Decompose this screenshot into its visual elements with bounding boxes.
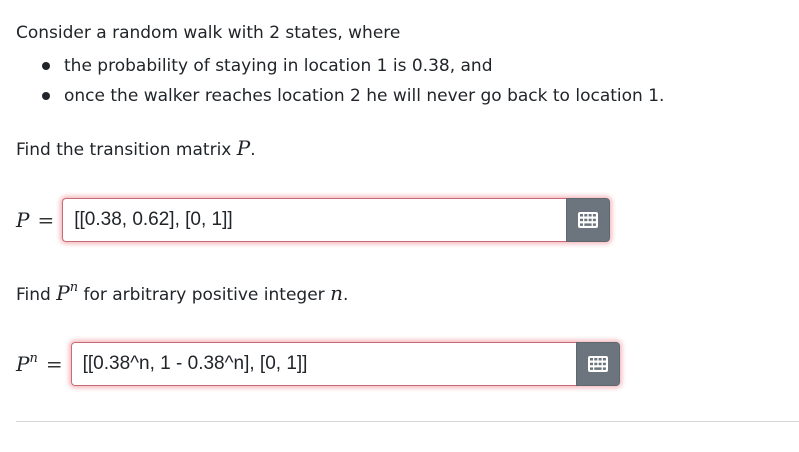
condition-list: the probability of staying in location 1… xyxy=(40,51,664,111)
question-matrix-power: Find Pn for arbitrary positive integer n… xyxy=(16,281,348,307)
math-variable: P xyxy=(236,136,251,160)
answer-row-matrix-power: Pn = xyxy=(16,342,620,386)
math-exponent: n xyxy=(69,280,79,295)
math-base: P xyxy=(56,281,70,305)
condition-text: the probability of staying in location 1… xyxy=(64,56,493,76)
answer-row-transition-matrix: P = xyxy=(16,198,611,242)
section-divider xyxy=(16,421,799,422)
math-variable: Pn xyxy=(56,281,78,305)
problem-intro: Consider a random walk with 2 states, wh… xyxy=(16,23,401,43)
math-variable-n: n xyxy=(330,281,343,305)
answer-input-group xyxy=(70,342,620,386)
bullet-icon xyxy=(42,62,50,70)
equals-sign: = xyxy=(45,352,63,376)
answer-label: Pn = xyxy=(16,352,71,376)
math-variable: P xyxy=(16,208,30,232)
question-text-continued: for arbitrary positive integer xyxy=(78,285,331,305)
list-item: once the walker reaches location 2 he wi… xyxy=(40,81,664,111)
answer-input-group xyxy=(62,198,611,242)
math-exponent: n xyxy=(29,351,38,366)
bullet-icon xyxy=(42,92,50,100)
transition-matrix-input[interactable] xyxy=(62,198,567,242)
question-suffix: . xyxy=(342,285,349,305)
keyboard-icon xyxy=(578,212,599,228)
keyboard-icon xyxy=(587,356,608,372)
question-transition-matrix: Find the transition matrix P. xyxy=(16,136,256,162)
list-item: the probability of staying in location 1… xyxy=(40,51,664,81)
math-keyboard-button[interactable] xyxy=(566,198,611,242)
question-text: Find the transition matrix xyxy=(16,140,237,160)
question-text: Find xyxy=(16,285,57,305)
math-keyboard-button[interactable] xyxy=(575,342,620,386)
math-variable: P xyxy=(16,352,30,376)
answer-label: P = xyxy=(16,208,62,232)
matrix-power-input[interactable] xyxy=(70,342,576,386)
question-suffix: . xyxy=(250,140,256,160)
equals-sign: = xyxy=(37,208,55,232)
condition-text: once the walker reaches location 2 he wi… xyxy=(64,86,665,106)
